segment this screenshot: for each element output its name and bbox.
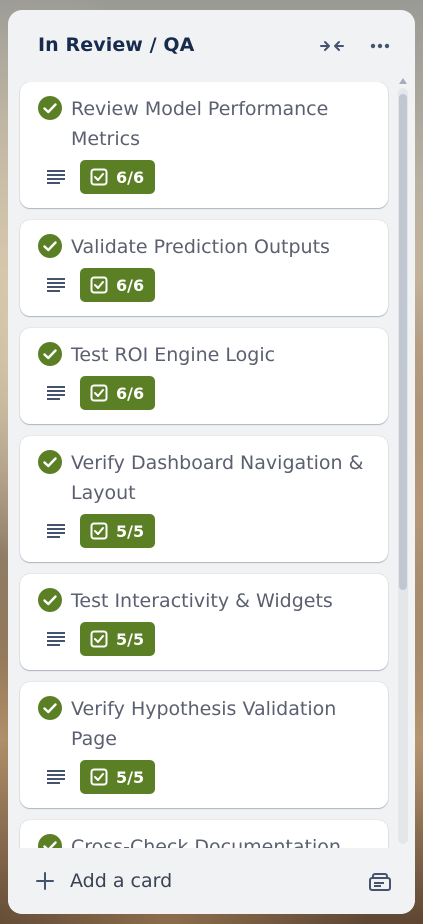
card-title: Test ROI Engine Logic xyxy=(71,344,276,366)
plus-icon xyxy=(36,872,54,890)
card-badges: 6/6 xyxy=(46,376,156,410)
add-card-label: Add a card xyxy=(70,870,173,892)
checklist-badge: 6/6 xyxy=(80,160,156,194)
check-circle-icon[interactable] xyxy=(38,834,62,848)
checkbox-icon xyxy=(90,630,108,648)
collapse-list-button[interactable] xyxy=(316,30,348,62)
cards-container: Review Model Performance Metrics 6/6 Val… xyxy=(8,82,415,848)
description-icon xyxy=(46,383,66,403)
card[interactable]: Review Model Performance Metrics 6/6 xyxy=(20,82,388,208)
check-circle-icon[interactable] xyxy=(38,342,62,366)
description-icon xyxy=(46,521,66,541)
collapse-icon xyxy=(320,41,344,51)
description-icon xyxy=(46,767,66,787)
card[interactable]: Cross-Check Documentation xyxy=(20,820,388,848)
card-badges: 5/5 xyxy=(46,622,156,656)
check-circle-icon[interactable] xyxy=(38,450,62,474)
create-from-template-button[interactable] xyxy=(366,868,394,896)
check-circle-icon[interactable] xyxy=(38,588,62,612)
list-column: In Review / QA Review Model Performance … xyxy=(8,10,415,914)
card[interactable]: Test ROI Engine Logic 6/6 xyxy=(20,328,388,424)
scrollbar[interactable] xyxy=(397,76,409,858)
card[interactable]: Verify Hypothesis Validation Page 5/5 xyxy=(20,682,388,808)
checkbox-icon xyxy=(90,768,108,786)
description-icon xyxy=(46,275,66,295)
card[interactable]: Test Interactivity & Widgets 5/5 xyxy=(20,574,388,670)
checklist-count: 5/5 xyxy=(116,521,145,541)
card-title: Verify Dashboard Navigation & Layout xyxy=(71,452,364,504)
list-actions-button[interactable] xyxy=(364,30,396,62)
checklist-count: 6/6 xyxy=(116,167,145,187)
checklist-badge: 6/6 xyxy=(80,268,156,302)
card[interactable]: Validate Prediction Outputs 6/6 xyxy=(20,220,388,316)
list-footer: Add a card xyxy=(8,848,415,914)
checklist-count: 6/6 xyxy=(116,275,145,295)
card[interactable]: Verify Dashboard Navigation & Layout 5/5 xyxy=(20,436,388,562)
list-header: In Review / QA xyxy=(8,10,415,80)
checklist-badge: 5/5 xyxy=(80,514,156,548)
check-circle-icon[interactable] xyxy=(38,96,62,120)
card-badges: 6/6 xyxy=(46,160,156,194)
checklist-badge: 5/5 xyxy=(80,622,156,656)
check-circle-icon[interactable] xyxy=(38,696,62,720)
description-icon xyxy=(46,167,66,187)
checklist-badge: 6/6 xyxy=(80,376,156,410)
card-title: Verify Hypothesis Validation Page xyxy=(71,698,337,750)
checkbox-icon xyxy=(90,276,108,294)
checklist-count: 6/6 xyxy=(116,383,145,403)
description-icon xyxy=(46,629,66,649)
add-card-button[interactable]: Add a card xyxy=(24,862,354,900)
checkbox-icon xyxy=(90,522,108,540)
checklist-count: 5/5 xyxy=(116,629,145,649)
card-title: Validate Prediction Outputs xyxy=(71,236,330,258)
checklist-count: 5/5 xyxy=(116,767,145,787)
checkbox-icon xyxy=(90,168,108,186)
card-template-icon xyxy=(369,873,391,891)
more-icon xyxy=(370,43,390,49)
scroll-thumb[interactable] xyxy=(399,94,407,590)
card-badges: 5/5 xyxy=(46,760,156,794)
card-title: Cross-Check Documentation xyxy=(71,836,341,848)
list-title[interactable]: In Review / QA xyxy=(38,34,195,56)
scroll-up-icon[interactable] xyxy=(399,78,407,84)
card-badges: 5/5 xyxy=(46,514,156,548)
card-title: Test Interactivity & Widgets xyxy=(71,590,333,612)
checklist-badge: 5/5 xyxy=(80,760,156,794)
check-circle-icon[interactable] xyxy=(38,234,62,258)
card-badges: 6/6 xyxy=(46,268,156,302)
card-title: Review Model Performance Metrics xyxy=(71,98,329,150)
checkbox-icon xyxy=(90,384,108,402)
